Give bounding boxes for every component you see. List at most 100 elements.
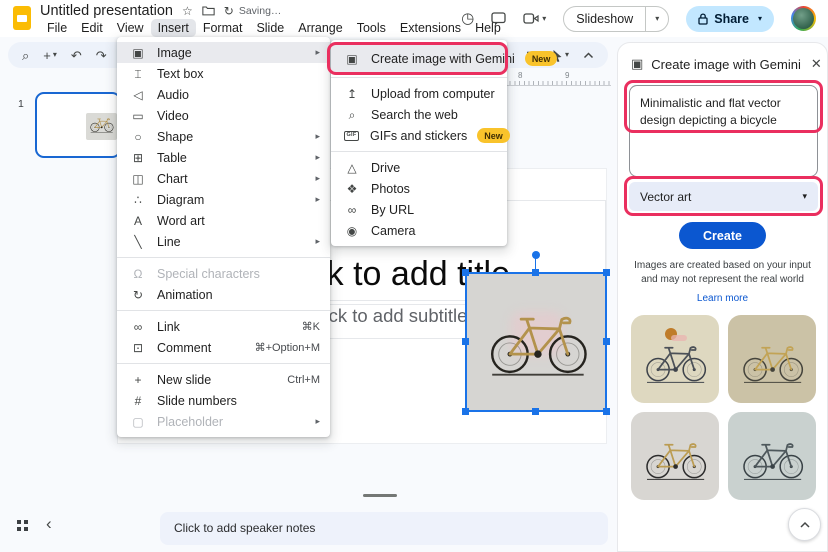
menu-item-placeholder: ▢Placeholder▸ [117,411,330,432]
menu-item-text-box[interactable]: ⌶Text box [117,63,330,84]
menu-item-new-slide[interactable]: +New slideCtrl+M [117,369,330,390]
menu-item-label: New slide [157,373,275,387]
chevron-down-icon: ▾ [542,15,546,23]
menu-item-upload-from-computer[interactable]: ↥Upload from computer [331,83,507,104]
redo-icon[interactable]: ↷ [96,49,107,62]
prompt-input[interactable]: Minimalistic and flat vector design depi… [629,85,818,177]
menu-item-table[interactable]: ⊞Table▸ [117,147,330,168]
move-folder-icon[interactable] [202,5,215,16]
rotation-handle[interactable] [532,251,540,259]
zoom-tool-icon[interactable]: ⌕ [22,49,29,62]
new-slide-button[interactable]: +▾ [43,49,57,62]
menu-item-diagram[interactable]: ∴Diagram▸ [117,189,330,210]
meet-camera-icon[interactable]: ▾ [523,13,546,24]
menu-item-animation[interactable]: ↻Animation [117,284,330,305]
collapse-filmstrip-icon[interactable]: ‹ [46,514,52,534]
generated-image-result-2[interactable] [728,315,816,403]
comments-icon[interactable] [491,12,506,26]
learn-more-link[interactable]: Learn more [618,293,827,304]
expand-panel-button[interactable] [788,508,821,541]
version-history-icon[interactable]: ◷ [461,11,474,26]
generated-image-result-1[interactable] [631,315,719,403]
generated-image-result-3[interactable] [631,412,719,500]
saving-status: Saving… [239,5,282,17]
selection-handle[interactable] [462,269,469,276]
star-icon[interactable]: ☆ [182,5,193,17]
slides-logo[interactable] [13,6,31,30]
image-icon: ▣ [130,47,146,59]
menu-item-chart[interactable]: ◫Chart▸ [117,168,330,189]
menu-item-drive[interactable]: △Drive [331,157,507,178]
bicycle-illustration [640,428,710,490]
menu-item-gifs-and-stickers[interactable]: GIFGIFs and stickersNew [331,125,507,146]
user-avatar[interactable] [791,6,816,31]
slide-number: 1 [18,98,24,110]
generated-image-result-4[interactable] [728,412,816,500]
menu-item-audio[interactable]: ◁Audio [117,84,330,105]
menu-item-video[interactable]: ▭Video [117,105,330,126]
selected-slide-image[interactable] [465,272,607,412]
slideshow-button[interactable]: Slideshow ▾ [563,6,669,32]
menubar-item-slide[interactable]: Slide [249,19,291,37]
slide-numbers-icon: # [130,395,146,407]
menubar-item-format[interactable]: Format [196,19,250,37]
disclaimer-text: Images are created based on your input a… [633,259,812,287]
hide-menus-icon[interactable] [583,52,594,59]
chevron-down-icon[interactable]: ▾ [758,14,762,23]
menu-item-photos[interactable]: ❖Photos [331,178,507,199]
selection-handle[interactable] [603,269,610,276]
menu-item-search-the-web[interactable]: ⌕Search the web [331,104,507,125]
chevron-up-icon [799,521,811,529]
menu-item-comment[interactable]: ⊡Comment⌘+Option+M [117,337,330,358]
menu-item-shape[interactable]: ○Shape▸ [117,126,330,147]
menu-item-camera[interactable]: ◉ Camera [331,220,507,241]
menu-item-link[interactable]: ∞Link⌘K [117,316,330,337]
menu-item-create-image-with-gemini[interactable]: ▣Create image with GeminiNew [331,45,507,72]
generated-results-grid [631,315,816,500]
close-icon[interactable]: ✕ [809,54,824,74]
menu-item-slide-numbers[interactable]: #Slide numbers [117,390,330,411]
camera-icon: ◉ [344,225,360,237]
selection-handle[interactable] [462,408,469,415]
selection-handle[interactable] [603,338,610,345]
slide-thumbnail[interactable] [35,92,121,158]
selection-handle[interactable] [603,408,610,415]
menubar-item-extensions[interactable]: Extensions [393,19,468,37]
menu-item-image[interactable]: ▣Image▸ [117,42,330,63]
menubar-item-file[interactable]: File [40,19,74,37]
canvas-scroll-indicator[interactable] [363,494,397,497]
menu-item-label: Table [157,151,307,165]
submenu-arrow-icon: ▸ [315,152,320,163]
share-button[interactable]: Share ▾ [686,6,774,32]
undo-icon[interactable]: ↶ [71,49,82,62]
menu-item-word-art[interactable]: AWord art [117,210,330,231]
menubar-item-arrange[interactable]: Arrange [291,19,349,37]
menubar-item-tools[interactable]: Tools [350,19,393,37]
sync-icon: ↻ [224,5,234,17]
create-button[interactable]: Create [679,222,766,249]
chart-icon: ◫ [130,173,146,185]
selection-handle[interactable] [532,408,539,415]
upload-icon: ↥ [344,88,360,100]
menu-item-line[interactable]: ╲Line▸ [117,231,330,252]
grid-view-icon[interactable] [16,519,29,537]
speaker-notes-input[interactable]: Click to add speaker notes [160,512,608,545]
slideshow-dropdown[interactable]: ▾ [645,7,668,31]
style-dropdown[interactable]: Vector art ▾ [629,182,818,211]
menu-item-label: Diagram [157,193,307,207]
menu-item-special-characters: ΩSpecial characters [117,263,330,284]
selection-handle[interactable] [462,338,469,345]
menu-item-label: Camera [371,224,497,238]
placeholder-icon: ▢ [130,416,146,428]
document-title[interactable]: Untitled presentation [40,3,173,19]
menubar-item-insert[interactable]: Insert [151,19,196,37]
bicycle-illustration [640,331,710,393]
comment-icon: ⊡ [130,342,146,354]
menubar-item-view[interactable]: View [110,19,151,37]
menu-item-label: Line [157,235,307,249]
thumbnail-image [86,113,117,140]
new-badge: New [477,128,510,143]
menubar-item-edit[interactable]: Edit [74,19,110,37]
menu-item-by-url[interactable]: ∞By URL [331,199,507,220]
selection-handle[interactable] [532,269,539,276]
